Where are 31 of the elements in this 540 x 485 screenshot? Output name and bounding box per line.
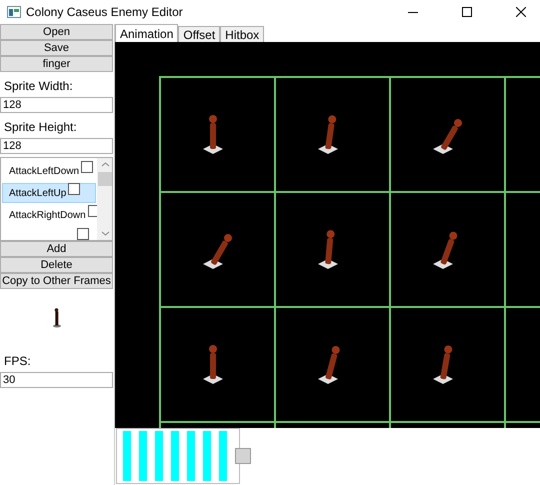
list-button[interactable]: Delete xyxy=(0,257,113,273)
input-field[interactable]: 128 xyxy=(0,97,113,113)
checkbox[interactable] xyxy=(88,205,97,217)
animation-item[interactable]: AttackRightDown xyxy=(2,205,96,225)
checkbox[interactable] xyxy=(77,228,89,240)
checkbox[interactable] xyxy=(81,161,94,173)
file-button[interactable]: finger xyxy=(0,56,113,72)
list-button[interactable]: Copy to Other Frames xyxy=(0,273,113,289)
animation-item[interactable]: AttackLeftDown xyxy=(2,161,96,181)
close-icon[interactable] xyxy=(516,7,526,17)
field-label: Sprite Width: xyxy=(3,78,74,95)
tab[interactable]: Hitbox xyxy=(220,26,264,42)
field-label: Sprite Height: xyxy=(3,119,78,136)
tab[interactable]: Animation xyxy=(115,24,178,42)
field-label: FPS: xyxy=(3,353,32,370)
item-label: AttackLeftUp xyxy=(9,188,66,198)
input-field[interactable]: 128 xyxy=(0,138,113,154)
input-field[interactable]: 30 xyxy=(0,372,113,388)
list-button[interactable]: Add xyxy=(0,241,113,257)
item-label: AttackLeftDown xyxy=(9,166,80,176)
item-label: AttackRightDown xyxy=(9,210,86,220)
animation-item[interactable]: AttackLeftUp xyxy=(2,183,96,203)
file-button[interactable]: Open xyxy=(0,24,113,40)
maximize-icon[interactable] xyxy=(462,7,472,17)
scrollbar[interactable] xyxy=(97,158,112,240)
tab[interactable]: Offset xyxy=(178,26,220,42)
file-button[interactable]: Save xyxy=(0,40,113,56)
app-icon xyxy=(7,6,21,18)
checkbox[interactable] xyxy=(68,183,80,195)
window-title: Colony Caseus Enemy Editor xyxy=(26,5,183,19)
sprite-preview xyxy=(53,308,61,328)
